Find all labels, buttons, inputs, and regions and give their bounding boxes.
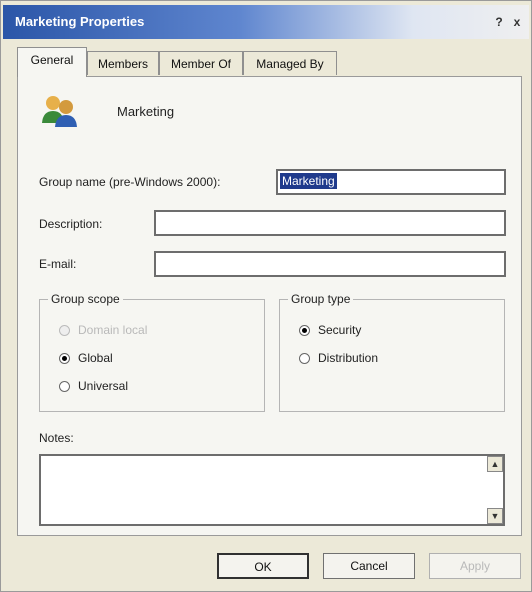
group-users-icon	[42, 96, 77, 127]
email-label: E-mail:	[39, 257, 77, 271]
scope-domain-local-label: Domain local	[78, 323, 148, 337]
close-icon[interactable]: x	[509, 14, 525, 30]
group-type-label: Group type	[288, 292, 354, 306]
scope-global-radio[interactable]	[59, 353, 70, 364]
scroll-up-icon[interactable]: ▲	[487, 456, 503, 472]
group-scope-label: Group scope	[48, 292, 123, 306]
scope-universal-label: Universal	[78, 379, 129, 393]
scope-universal-radio[interactable]	[59, 381, 70, 392]
type-distribution-radio[interactable]	[299, 353, 310, 364]
notes-textarea[interactable]: ▲ ▼	[39, 454, 505, 526]
window-title: Marketing Properties	[15, 14, 145, 29]
group-scope-box: Group scope	[39, 292, 265, 412]
title-bar[interactable]: Marketing Properties ? x	[3, 5, 529, 39]
type-security-radio[interactable]	[299, 325, 310, 336]
description-label: Description:	[39, 217, 103, 231]
scope-global-label: Global	[78, 351, 113, 365]
tab-member-of[interactable]: Member Of	[159, 51, 243, 75]
cancel-button[interactable]: Cancel	[323, 553, 415, 579]
email-input[interactable]	[154, 251, 506, 277]
group-display-name: Marketing	[117, 104, 175, 119]
tab-members[interactable]: Members	[87, 51, 159, 75]
help-icon[interactable]: ?	[491, 14, 507, 30]
tab-managed-by[interactable]: Managed By	[243, 51, 337, 75]
tab-strip: General Members Member Of Managed By	[17, 47, 517, 77]
prewin-name-label: Group name (pre-Windows 2000):	[39, 175, 221, 189]
description-input[interactable]	[154, 210, 506, 236]
prewin-name-input[interactable]: Marketing	[276, 169, 506, 195]
tab-general[interactable]: General	[17, 47, 87, 77]
prewin-name-value: Marketing	[280, 173, 337, 189]
scroll-down-icon[interactable]: ▼	[487, 508, 503, 524]
type-security-label: Security	[318, 323, 362, 337]
properties-dialog: Marketing Properties ? x General Members…	[0, 0, 532, 592]
apply-button[interactable]: Apply	[429, 553, 521, 579]
notes-label: Notes:	[39, 431, 74, 445]
group-type-box: Group type	[279, 292, 505, 412]
ok-button[interactable]: OK	[217, 553, 309, 579]
type-distribution-label: Distribution	[318, 351, 379, 365]
scope-domain-local-radio[interactable]	[59, 325, 70, 336]
